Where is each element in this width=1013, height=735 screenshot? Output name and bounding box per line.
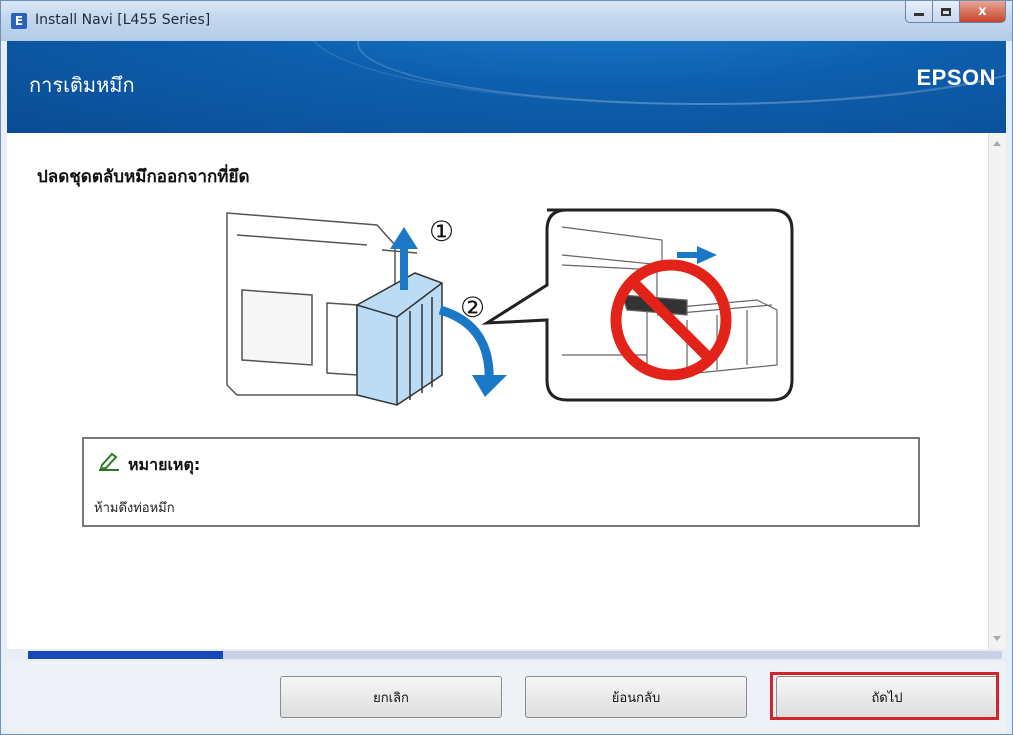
maximize-button[interactable] <box>933 1 960 23</box>
page-title: การเติมหมึก <box>29 73 135 97</box>
epson-app-icon: E <box>11 13 27 29</box>
ink-tank-illustration: ① ② <box>226 208 794 406</box>
instruction-heading: ปลดชุดตลับหมึกออกจากที่ยึด <box>37 167 250 187</box>
vertical-scrollbar[interactable] <box>988 133 1006 649</box>
pencil-icon <box>99 452 119 471</box>
minimize-button[interactable] <box>905 1 933 23</box>
note-box: หมายเหตุ: ห้ามดึงท่อหมึก <box>82 437 920 527</box>
note-text: ห้ามดึงท่อหมึก <box>94 501 175 516</box>
cancel-button[interactable]: ยกเลิก <box>280 676 502 718</box>
installer-window: E Install Navi [L455 Series] x การเติมหม… <box>0 0 1013 735</box>
note-title: หมายเหตุ: <box>128 455 201 474</box>
content-panel: ปลดชุดตลับหมึกออกจากที่ยึด ① ② หมายเหตุ:… <box>7 133 1006 649</box>
header-banner: การเติมหมึก EPSON <box>7 41 1006 133</box>
scroll-down-arrow-icon[interactable] <box>993 636 1001 641</box>
minimize-icon <box>914 13 924 16</box>
close-icon: x <box>978 4 987 19</box>
window-controls: x <box>905 1 1006 23</box>
back-button[interactable]: ย้อนกลับ <box>525 676 747 718</box>
close-button[interactable]: x <box>960 1 1006 23</box>
progress-bar <box>28 651 1002 659</box>
brand-logo: EPSON <box>916 65 996 90</box>
window-title: Install Navi [L455 Series] <box>35 12 211 28</box>
maximize-icon <box>941 7 951 16</box>
progress-fill <box>28 651 223 659</box>
next-button-highlight <box>770 672 999 720</box>
scroll-up-arrow-icon[interactable] <box>993 141 1001 146</box>
title-bar[interactable]: E Install Navi [L455 Series] x <box>1 1 1012 41</box>
step-marker-1: ① <box>429 215 454 248</box>
